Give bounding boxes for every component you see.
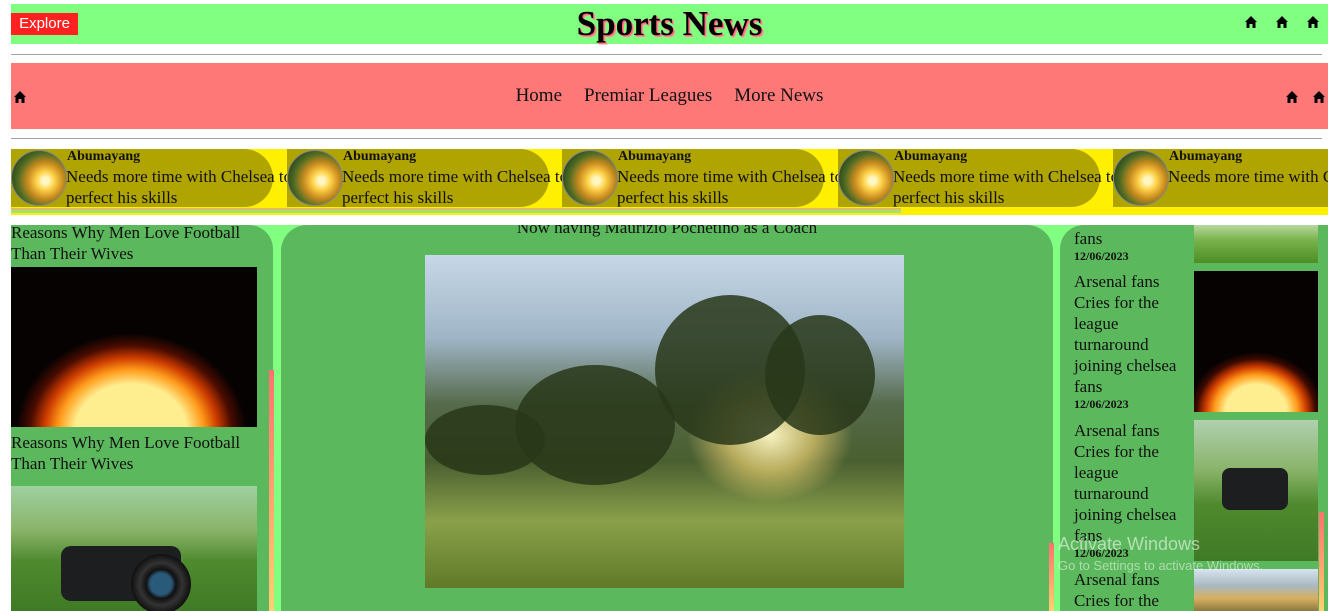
ticker-progress-accent [11,210,901,213]
article-headline[interactable]: Reasons Why Men Love Football Than Their… [11,225,257,264]
featured-image[interactable] [425,255,904,588]
side-article-headline: Arsenal fans Cries for the [1074,570,1160,610]
ticker-item[interactable]: Abumayang Needs more time with Chelsea t… [287,149,568,207]
ticker-name: Abumayang [67,149,141,164]
nav-link-premiar-leagues[interactable]: Premiar Leagues [584,85,712,107]
ticker-name: Abumayang [618,149,692,164]
news-ticker: Abumayang Needs more time with Chelsea t… [11,149,1328,215]
tree-shape [425,405,545,475]
article-image[interactable] [11,486,257,611]
camera-shape [1222,468,1288,510]
home-icon[interactable] [1244,15,1258,29]
home-icon[interactable] [1275,15,1289,29]
side-article-headline: Arsenal fans Cries for the league turnar… [1074,272,1177,396]
activate-windows-watermark: Activate Windows [1058,534,1201,554]
article-image[interactable] [11,267,257,427]
side-article-image[interactable] [1194,225,1318,263]
ticker-item[interactable]: Abumayang Needs more time with Chelsea t… [838,149,1119,207]
site-title: Sports News [576,4,763,43]
ticker-text: Needs more time with Chelsea to perfect … [66,167,293,207]
side-article-image[interactable] [1194,420,1318,561]
ticker-text: Needs more time with Chelsea to perfect … [1168,167,1328,186]
home-icon[interactable] [1285,90,1299,104]
scroll-accent [269,370,274,611]
camera-lens-shape [131,554,191,611]
center-column: Now having Maurizio Pochetino as a Coach [281,225,1053,611]
ticker-name: Abumayang [343,149,417,164]
nav-link-home[interactable]: Home [516,85,562,107]
ticker-item[interactable]: Abumayang Needs more time with Chelsea t… [11,149,292,207]
top-header: Explore Sports News [11,4,1328,44]
ticker-name: Abumayang [894,149,968,164]
ticker-thumbnail [838,150,894,206]
side-article-headline: Arsenal fans Cries for the league turnar… [1074,421,1177,545]
main-nav: Home Premiar Leagues More News [11,63,1328,129]
activate-windows-subtext: Go to Settings to activate Windows. [1058,558,1264,573]
side-article[interactable]: Arsenal fans Cries for the [1074,569,1192,611]
home-icon[interactable] [1306,15,1320,29]
side-article-date: 12/06/2023 [1074,249,1129,263]
side-article-image[interactable] [1194,569,1318,611]
side-article[interactable]: Arsenal fans Cries for the league turnar… [1074,271,1192,411]
divider [11,54,1322,55]
home-icon[interactable] [1312,90,1326,104]
featured-caption: Now having Maurizio Pochetino as a Coach [516,225,818,237]
divider [11,138,1322,139]
side-article-image[interactable] [1194,271,1318,412]
ticker-thumbnail [1113,150,1169,206]
ticker-item[interactable]: Abumayang Needs more time with Chelsea t… [1113,149,1328,207]
ticker-text: Needs more time with Chelsea to perfect … [893,167,1120,207]
ticker-item[interactable]: Abumayang Needs more time with Chelsea t… [562,149,843,207]
nav-links: Home Premiar Leagues More News [11,63,1328,129]
ticker-thumbnail [11,150,67,206]
nav-right-icon-group [1285,90,1326,104]
ticker-name: Abumayang [1169,149,1243,164]
side-article[interactable]: fans 12/06/2023 [1074,228,1192,263]
ticker-thumbnail [562,150,618,206]
ticker-thumbnail [287,150,343,206]
side-article-date: 12/06/2023 [1074,397,1129,411]
nav-link-more-news[interactable]: More News [734,85,823,107]
scroll-accent [1319,512,1324,611]
top-icon-group [1244,15,1320,29]
scroll-accent [1049,543,1054,611]
left-column: Reasons Why Men Love Football Than Their… [11,225,273,611]
article-headline[interactable]: Reasons Why Men Love Football Than Their… [11,432,257,474]
ticker-text: Needs more time with Chelsea to perfect … [617,167,844,207]
side-article-headline: fans [1074,229,1103,248]
tree-shape [765,315,875,435]
ticker-text: Needs more time with Chelsea to perfect … [342,167,569,207]
